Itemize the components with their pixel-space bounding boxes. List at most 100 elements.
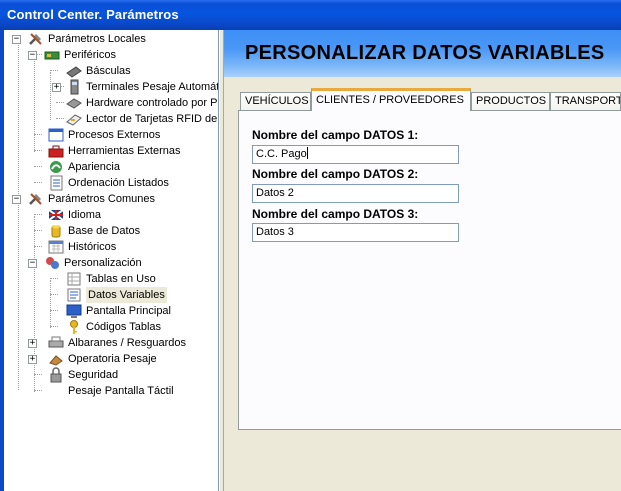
- appearance-icon: [48, 159, 64, 175]
- tree-item-hardware[interactable]: Hardware controlado por PL: [4, 95, 219, 111]
- datos-1-value: C.C. Pago: [256, 148, 307, 160]
- flag-icon: [48, 207, 64, 223]
- hardware-icon: [66, 95, 82, 111]
- tree-item-label: Parámetros Comunes: [48, 193, 155, 205]
- collapse-icon[interactable]: −: [28, 259, 37, 268]
- expand-icon[interactable]: +: [52, 83, 61, 92]
- expand-icon[interactable]: +: [28, 355, 37, 364]
- datos-3-value: Datos 3: [256, 226, 294, 238]
- tree-item-apariencia[interactable]: Apariencia: [4, 159, 218, 175]
- lock-icon: [48, 367, 64, 383]
- expand-icon[interactable]: +: [28, 339, 37, 348]
- tools-icon: [28, 31, 44, 47]
- touch-icon: [48, 383, 64, 399]
- page-title: PERSONALIZAR DATOS VARIABLES: [245, 42, 605, 64]
- collapse-icon[interactable]: −: [12, 195, 21, 204]
- tree-item-tablas-en-uso[interactable]: Tablas en Uso: [4, 271, 218, 287]
- tree-item-albaranes[interactable]: + Albaranes / Resguardos: [4, 335, 218, 351]
- tree-item-seguridad[interactable]: Seguridad: [4, 367, 218, 383]
- window-icon: [48, 127, 64, 143]
- tree-item-base-de-datos[interactable]: Base de Datos: [4, 223, 218, 239]
- printer-icon: [48, 335, 64, 351]
- terminal-icon: [66, 79, 82, 95]
- sort-list-icon: [48, 175, 64, 191]
- card-reader-icon: [66, 111, 82, 127]
- tree-item-label: Parámetros Locales: [48, 33, 146, 45]
- card-icon: [44, 47, 60, 63]
- tab-label: PRODUCTOS: [476, 95, 547, 107]
- tree-item-label: Periféricos: [64, 49, 116, 61]
- tab-transport[interactable]: TRANSPORT: [550, 92, 621, 110]
- tab-clientes-proveedores[interactable]: CLIENTES / PROVEEDORES: [311, 88, 471, 111]
- tree-item-label: Albaranes / Resguardos: [68, 337, 187, 349]
- tree-item-herramientas-externas[interactable]: Herramientas Externas: [4, 143, 218, 159]
- tree-item-operatoria-pesaje[interactable]: + Operatoria Pesaje: [4, 351, 218, 367]
- datos-2-field[interactable]: Datos 2: [252, 184, 459, 203]
- calendar-icon: [48, 239, 64, 255]
- personalize-icon: [44, 255, 60, 271]
- tree-item-label: Procesos Externos: [68, 129, 161, 141]
- tab-label: TRANSPORT: [555, 95, 621, 107]
- tree-item-label: Pesaje Pantalla Táctil: [68, 385, 174, 397]
- tree-item-datos-variables[interactable]: Datos Variables: [4, 287, 218, 303]
- tree-item-label: Base de Datos: [68, 225, 141, 237]
- tree-item-label: Tablas en Uso: [86, 273, 156, 285]
- tree-item-pantalla-principal[interactable]: Pantalla Principal: [4, 303, 218, 319]
- tree-item-personalizacion[interactable]: − Personalización: [4, 255, 218, 271]
- datos-1-field[interactable]: C.C. Pago: [252, 145, 459, 164]
- tree-item-label: Herramientas Externas: [68, 145, 181, 157]
- tree-item-label: Hardware controlado por PL: [86, 97, 219, 109]
- tree-item-label: Básculas: [86, 65, 131, 77]
- tab-label: CLIENTES / PROVEEDORES: [316, 94, 464, 106]
- tab-productos[interactable]: PRODUCTOS: [471, 92, 550, 110]
- tree-item-label: Idioma: [68, 209, 102, 221]
- window-title-bar[interactable]: Control Center. Parámetros: [0, 0, 621, 30]
- collapse-icon[interactable]: −: [28, 51, 37, 60]
- table-icon: [66, 271, 82, 287]
- field-label-datos-2: Nombre del campo DATOS 2:: [252, 167, 419, 181]
- weight-icon: [48, 351, 64, 367]
- tree-item-perifericos[interactable]: − Periféricos: [4, 47, 218, 63]
- tab-panel: Nombre del campo DATOS 1: C.C. Pago Nomb…: [238, 110, 621, 430]
- field-label-datos-1: Nombre del campo DATOS 1:: [252, 128, 419, 142]
- content-panel: PERSONALIZAR DATOS VARIABLES VEHÍCULOS C…: [224, 30, 621, 491]
- tree-item-label: Datos Variables: [86, 287, 167, 303]
- scale-icon: [66, 63, 82, 79]
- collapse-icon[interactable]: −: [12, 35, 21, 44]
- tools-icon: [28, 191, 44, 207]
- tree-item-idioma[interactable]: Idioma: [4, 207, 218, 223]
- header-band: PERSONALIZAR DATOS VARIABLES: [224, 30, 621, 77]
- tree-item-pesaje-pantalla-tactil[interactable]: Pesaje Pantalla Táctil: [4, 383, 218, 399]
- tree-item-terminales[interactable]: + Terminales Pesaje Automátic: [4, 79, 219, 95]
- tree-item-label: Seguridad: [68, 369, 119, 381]
- tree-item-codigos-tablas[interactable]: Códigos Tablas: [4, 319, 218, 335]
- tree-item-label: Códigos Tablas: [86, 321, 162, 333]
- tree-item-historicos[interactable]: Históricos: [4, 239, 218, 255]
- tab-label: VEHÍCULOS: [245, 95, 309, 107]
- tree-item-lector-rfid[interactable]: Lector de Tarjetas RFID de: [4, 111, 218, 127]
- tree-item-parametros-locales[interactable]: − Parámetros Locales: [4, 31, 218, 47]
- tree-item-label: Ordenación Listados: [68, 177, 169, 189]
- tree-item-parametros-comunes[interactable]: − Parámetros Comunes: [4, 191, 218, 207]
- tab-vehiculos[interactable]: VEHÍCULOS: [240, 92, 311, 110]
- tree-item-basculas[interactable]: Básculas: [4, 63, 218, 79]
- window-title: Control Center. Parámetros: [7, 7, 179, 22]
- text-cursor: [306, 147, 308, 159]
- tree-item-label: Lector de Tarjetas RFID de: [86, 113, 218, 125]
- datos-3-field[interactable]: Datos 3: [252, 223, 459, 242]
- tree-item-label: Terminales Pesaje Automátic: [86, 81, 219, 93]
- tree-item-ordenacion-listados[interactable]: Ordenación Listados: [4, 175, 218, 191]
- toolbox-icon: [48, 143, 64, 159]
- monitor-icon: [66, 303, 82, 319]
- tree-item-label: Pantalla Principal: [86, 305, 171, 317]
- data-icon: [66, 287, 82, 303]
- settings-tree[interactable]: − Parámetros Locales − Periféricos Báscu…: [4, 30, 219, 491]
- field-label-datos-3: Nombre del campo DATOS 3:: [252, 207, 419, 221]
- database-icon: [48, 223, 64, 239]
- tree-item-procesos-externos[interactable]: Procesos Externos: [4, 127, 218, 143]
- key-icon: [66, 319, 82, 335]
- tree-item-label: Personalización: [64, 257, 142, 269]
- tree-item-label: Apariencia: [68, 161, 120, 173]
- tree-item-label: Históricos: [68, 241, 117, 253]
- tree-item-label: Operatoria Pesaje: [68, 353, 157, 365]
